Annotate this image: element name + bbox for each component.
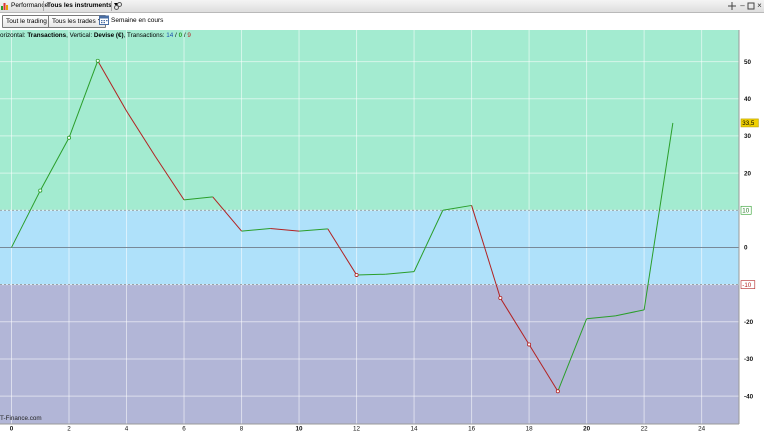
trades-filter-value: Tous les trades — [52, 18, 96, 25]
y-tick-label: 30 — [744, 133, 752, 140]
legend-horizontal-value: Transactions — [27, 32, 66, 39]
performance-chart-icon — [1, 3, 8, 10]
legend-tail: , Transactions: — [124, 32, 167, 39]
instrument-selector-label: Tous les instruments — [47, 2, 112, 9]
zone-top — [0, 30, 739, 211]
minimize-icon[interactable]: – — [738, 1, 747, 11]
x-tick-label: 8 — [240, 426, 244, 433]
x-tick-label: 20 — [583, 426, 591, 433]
legend-prefix: orizontal: — [0, 32, 27, 39]
upper-band-badge: 10 — [742, 208, 749, 215]
y-axis-area — [739, 30, 764, 432]
chart-legend: orizontal: Transactions, Vertical: Devis… — [0, 32, 191, 39]
x-tick-label: 4 — [125, 426, 129, 433]
y-tick-label: -30 — [744, 356, 754, 363]
title-bar: Performance Tous les instruments – × — [0, 0, 764, 13]
maximize-icon[interactable] — [747, 2, 755, 10]
trades-filter-dropdown[interactable]: Tous les trades — [48, 15, 106, 28]
link-icon[interactable] — [114, 2, 122, 10]
y-tick-label: 0 — [744, 245, 748, 252]
x-tick-label: 18 — [526, 426, 534, 433]
instrument-selector[interactable]: Tous les instruments — [44, 0, 121, 12]
x-tick-label: 12 — [353, 426, 361, 433]
data-point — [67, 135, 72, 140]
x-tick-label: 10 — [296, 426, 304, 433]
x-tick-label: 2 — [67, 426, 71, 433]
move-icon[interactable] — [728, 2, 736, 10]
x-tick-label: 0 — [10, 426, 14, 433]
x-axis-area — [0, 424, 764, 432]
zone-bottom — [0, 284, 739, 424]
trading-filter-value: Tout le trading — [6, 18, 47, 25]
y-tick-label: 20 — [744, 170, 752, 177]
filter-toolbar: Tout le trading Tous les trades Semaine … — [0, 13, 764, 31]
data-point — [38, 188, 43, 193]
data-point — [527, 342, 532, 347]
last-value-badge: 33,5 — [742, 120, 755, 127]
data-point — [498, 295, 503, 300]
x-tick-label: 22 — [641, 426, 649, 433]
watermark: T-Finance.com — [0, 415, 42, 422]
data-point — [555, 389, 560, 394]
data-point — [354, 272, 359, 277]
legend-mid: , Vertical: — [66, 32, 94, 39]
tab-separator — [111, 1, 112, 11]
data-point — [95, 58, 100, 63]
close-icon[interactable]: × — [755, 1, 764, 11]
y-tick-label: -40 — [744, 393, 754, 400]
legend-count-loss: 9 — [187, 32, 191, 39]
x-tick-label: 14 — [411, 426, 419, 433]
calendar-icon[interactable] — [99, 15, 109, 25]
period-label[interactable]: Semaine en cours — [111, 15, 163, 26]
y-tick-label: -20 — [744, 319, 754, 326]
x-tick-label: 6 — [182, 426, 186, 433]
performance-chart-svg: 50403020100-10-20-30-40 10-1033,5 024681… — [0, 30, 764, 433]
y-tick-label: 40 — [744, 96, 752, 103]
x-tick-label: 16 — [468, 426, 476, 433]
legend-vertical-value: Devise (€) — [94, 32, 124, 39]
y-tick-label: 50 — [744, 59, 752, 66]
performance-chart: 50403020100-10-20-30-40 10-1033,5 024681… — [0, 30, 764, 433]
lower-band-badge: -10 — [742, 282, 752, 289]
x-tick-label: 24 — [698, 426, 706, 433]
